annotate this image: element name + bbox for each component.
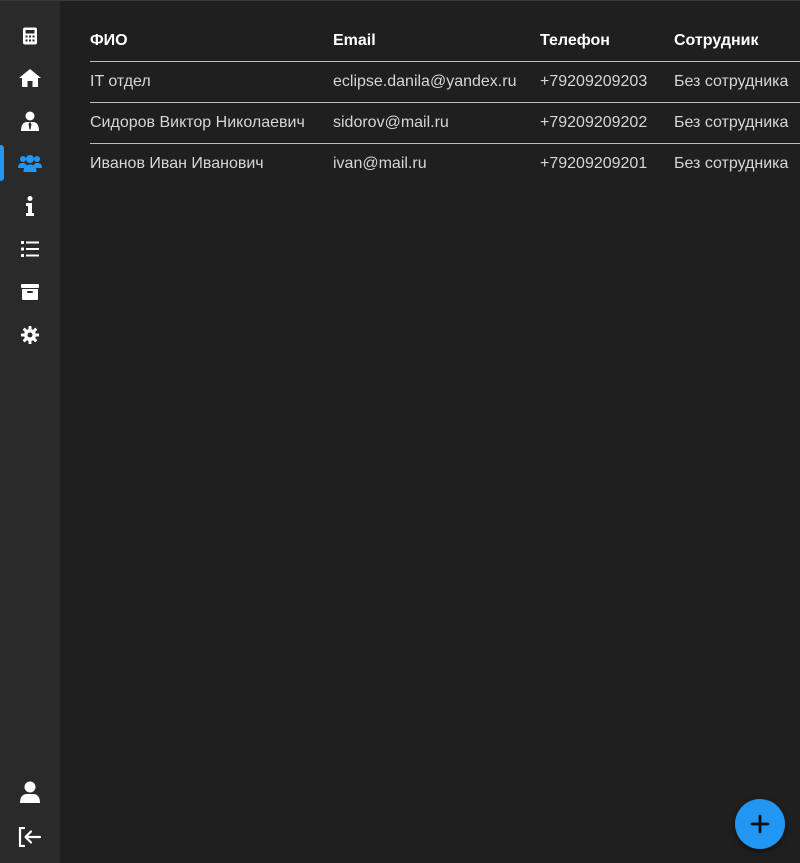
info-icon bbox=[26, 196, 34, 216]
cell-email: sidorov@mail.ru bbox=[333, 102, 540, 144]
archive-icon bbox=[21, 284, 39, 300]
users-icon bbox=[18, 155, 42, 172]
list-icon bbox=[21, 241, 39, 257]
sidebar-item-profile[interactable] bbox=[0, 772, 60, 812]
column-header-email[interactable]: Email bbox=[333, 21, 540, 62]
home-icon bbox=[19, 69, 41, 87]
table-header-row: ФИО Email Телефон Сотрудник bbox=[90, 21, 800, 62]
sidebar-item-settings[interactable] bbox=[0, 315, 60, 355]
user-icon bbox=[20, 781, 40, 803]
cell-employee: Без сотрудника bbox=[674, 102, 800, 144]
table-row[interactable]: Сидоров Виктор Николаевич sidorov@mail.r… bbox=[90, 102, 800, 144]
sidebar-item-archive[interactable] bbox=[0, 272, 60, 312]
sidebar-item-info[interactable] bbox=[0, 186, 60, 226]
cell-email: eclipse.danila@yandex.ru bbox=[333, 61, 540, 103]
cell-email: ivan@mail.ru bbox=[333, 155, 427, 172]
table-row[interactable]: IT отдел eclipse.danila@yandex.ru +79209… bbox=[90, 61, 800, 103]
sidebar-item-user[interactable] bbox=[0, 101, 60, 141]
gear-icon bbox=[21, 326, 39, 344]
cell-phone: +79209209201 bbox=[540, 155, 648, 172]
sidebar-item-list[interactable] bbox=[0, 229, 60, 269]
cell-name: IT отдел bbox=[90, 61, 333, 103]
contacts-table: ФИО Email Телефон Сотрудник IT отдел ecl… bbox=[90, 21, 800, 184]
logout-icon bbox=[18, 827, 42, 847]
cell-phone: +79209209203 bbox=[540, 61, 674, 103]
sidebar-item-users[interactable] bbox=[0, 143, 60, 183]
main-content: ФИО Email Телефон Сотрудник IT отдел ecl… bbox=[60, 1, 800, 863]
column-header-phone[interactable]: Телефон bbox=[540, 21, 674, 62]
cell-employee: Без сотрудника bbox=[674, 61, 800, 103]
user-tie-icon bbox=[21, 111, 39, 131]
app-window: ФИО Email Телефон Сотрудник IT отдел ecl… bbox=[0, 0, 800, 863]
cell-name: Сидоров Виктор Николаевич bbox=[90, 102, 333, 144]
sidebar-item-home[interactable] bbox=[0, 58, 60, 98]
add-button[interactable] bbox=[735, 799, 785, 849]
cell-name: Иванов Иван Иванович bbox=[90, 155, 264, 172]
sidebar bbox=[0, 1, 60, 863]
cell-employee: Без сотрудника bbox=[674, 155, 789, 172]
cell-phone: +79209209202 bbox=[540, 102, 674, 144]
sidebar-item-calculator[interactable] bbox=[0, 16, 60, 56]
sidebar-item-logout[interactable] bbox=[0, 817, 60, 857]
plus-icon bbox=[750, 814, 770, 834]
column-header-name[interactable]: ФИО bbox=[90, 21, 333, 62]
table-row[interactable]: Иванов Иван Иванович ivan@mail.ru +79209… bbox=[90, 144, 800, 185]
calculator-icon bbox=[23, 27, 37, 45]
column-header-employee[interactable]: Сотрудник bbox=[674, 21, 800, 62]
